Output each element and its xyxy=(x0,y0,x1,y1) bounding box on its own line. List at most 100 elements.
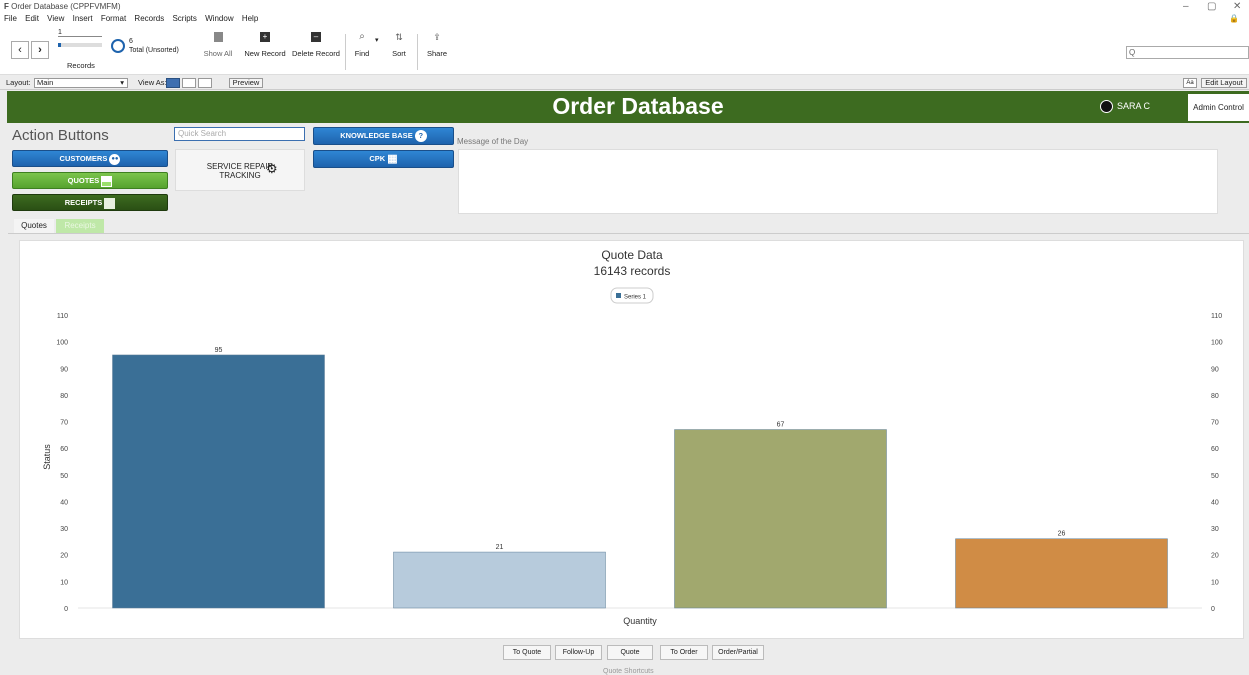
toolbar-divider xyxy=(345,34,346,70)
y-tick-label-right: 90 xyxy=(1211,366,1219,373)
menu-scripts[interactable]: Scripts xyxy=(172,14,196,23)
record-number-field[interactable]: 1 xyxy=(58,29,102,37)
total-label: Total (Unsorted) xyxy=(129,47,179,54)
gear-icon: ⚙ xyxy=(266,161,278,176)
toolbar-divider xyxy=(417,34,418,70)
service-repair-tracking-button[interactable]: SERVICE REPAIR TRACKING ⚙ xyxy=(175,149,305,191)
view-table-button[interactable] xyxy=(198,78,212,88)
y-tick-label-right: 0 xyxy=(1211,606,1215,613)
chart-bar xyxy=(674,429,887,609)
y-tick-label-left: 60 xyxy=(60,446,68,453)
message-of-the-day-label: Message of the Day xyxy=(457,137,529,146)
menu-bar: File Edit View Insert Format Records Scr… xyxy=(0,13,1249,25)
preview-button[interactable]: Preview xyxy=(229,78,263,88)
record-slider[interactable] xyxy=(58,43,102,47)
window-title: Order Database (CPPFVMFM) xyxy=(11,2,121,11)
y-tick-label-left: 70 xyxy=(60,420,68,427)
knowledge-base-button[interactable]: KNOWLEDGE BASE ? xyxy=(313,127,454,145)
follow-up-shortcut-button[interactable]: Follow-Up xyxy=(555,645,602,660)
y-tick-label-left: 100 xyxy=(56,340,68,347)
chart-subtitle: 16143 records xyxy=(594,264,671,278)
minimize-button[interactable]: – xyxy=(1183,0,1189,13)
sort-icon: ⇅ xyxy=(395,32,403,42)
menu-help[interactable]: Help xyxy=(242,14,258,23)
menu-window[interactable]: Window xyxy=(205,14,233,23)
bar-value-label: 21 xyxy=(496,544,504,551)
order-partial-shortcut-button[interactable]: Order/Partial xyxy=(712,645,764,660)
menu-format[interactable]: Format xyxy=(101,14,126,23)
menu-edit[interactable]: Edit xyxy=(25,14,39,23)
receipts-button[interactable]: RECEIPTS xyxy=(12,194,168,211)
y-tick-label-right: 10 xyxy=(1211,579,1219,586)
chart-bar xyxy=(955,538,1168,609)
find-button[interactable]: ⌕ Find xyxy=(350,32,374,59)
to-quote-shortcut-button[interactable]: To Quote xyxy=(503,645,551,660)
view-as-label: View As: xyxy=(138,78,167,87)
sort-button[interactable]: ⇅ Sort xyxy=(388,32,410,58)
chart-bar xyxy=(112,354,325,609)
customers-button[interactable]: CUSTOMERS ●● xyxy=(12,150,168,167)
to-order-shortcut-button[interactable]: To Order xyxy=(660,645,708,660)
menu-insert[interactable]: Insert xyxy=(73,14,93,23)
y-tick-label-right: 40 xyxy=(1211,499,1219,506)
restore-button[interactable]: ▢ xyxy=(1207,0,1216,13)
show-all-button[interactable]: Show All xyxy=(203,32,233,58)
y-tick-label-left: 80 xyxy=(60,393,68,400)
share-button[interactable]: ⇪ Share xyxy=(424,32,450,58)
delete-record-icon: – xyxy=(311,32,321,42)
menu-view[interactable]: View xyxy=(47,14,64,23)
status-toolbar: ‹ › 1 Records 6 Total (Unsorted) Show Al… xyxy=(0,25,1249,75)
record-pie-icon xyxy=(111,39,125,53)
y-tick-label-left: 40 xyxy=(60,499,68,506)
quotes-button[interactable]: QUOTES xyxy=(12,172,168,189)
layout-bar: Layout: Main ▾ View As: Preview Aa Edit … xyxy=(0,76,1249,90)
tab-quotes[interactable]: Quotes xyxy=(14,219,54,233)
message-of-the-day-box[interactable] xyxy=(458,149,1218,214)
legend-swatch xyxy=(616,293,621,298)
y-tick-label-left: 90 xyxy=(60,366,68,373)
layout-label: Layout: xyxy=(6,78,31,87)
close-button[interactable]: ✕ xyxy=(1233,0,1241,13)
tab-receipts[interactable]: Receipts xyxy=(56,219,104,233)
people-icon: ●● xyxy=(109,153,121,165)
user-avatar-icon xyxy=(1100,100,1113,113)
app-header: Order Database SARA C Admin Control xyxy=(7,91,1249,123)
prev-record-button[interactable]: ‹ xyxy=(11,41,29,59)
quick-search-input[interactable]: Quick Search xyxy=(174,127,305,141)
quote-shortcut-button[interactable]: Quote xyxy=(607,645,653,660)
y-tick-label-right: 100 xyxy=(1211,340,1223,347)
chart-title: Quote Data xyxy=(601,248,663,262)
cpk-button[interactable]: CPK ▦ xyxy=(313,150,454,168)
admin-control-button[interactable]: Admin Control xyxy=(1188,94,1249,121)
delete-record-button[interactable]: – Delete Record xyxy=(290,32,342,58)
y-tick-label-left: 10 xyxy=(60,579,68,586)
y-tick-label-right: 60 xyxy=(1211,446,1219,453)
quote-data-chart: Quote Data 16143 records Series 1 Status… xyxy=(42,248,1223,626)
y-tick-label-right: 70 xyxy=(1211,420,1219,427)
menu-file[interactable]: File xyxy=(4,14,17,23)
layout-select[interactable]: Main ▾ xyxy=(34,78,128,88)
bar-value-label: 95 xyxy=(215,347,223,354)
table-icon xyxy=(104,197,116,209)
new-record-icon: + xyxy=(260,32,270,42)
text-format-button[interactable]: Aa xyxy=(1183,78,1197,88)
bar-value-label: 26 xyxy=(1058,531,1066,538)
total-count: 6 xyxy=(129,38,133,45)
y-tick-label-right: 50 xyxy=(1211,473,1219,480)
share-icon: ⇪ xyxy=(433,32,441,42)
menu-records[interactable]: Records xyxy=(134,14,164,23)
y-tick-label-right: 20 xyxy=(1211,553,1219,560)
toolbar-search-input[interactable]: Q xyxy=(1126,46,1249,59)
new-record-button[interactable]: + New Record xyxy=(243,32,287,58)
view-form-button[interactable] xyxy=(166,78,180,88)
y-tick-label-right: 110 xyxy=(1211,313,1222,320)
view-list-button[interactable] xyxy=(182,78,196,88)
tab-divider xyxy=(8,233,1249,234)
user-name: SARA C xyxy=(1117,101,1151,111)
show-all-icon xyxy=(213,32,223,42)
next-record-button[interactable]: › xyxy=(31,41,49,59)
chevron-down-icon: ▾ xyxy=(120,78,124,87)
find-dropdown-icon[interactable]: ▾ xyxy=(375,36,379,44)
edit-layout-button[interactable]: Edit Layout xyxy=(1201,78,1247,88)
y-tick-label-right: 30 xyxy=(1211,526,1219,533)
